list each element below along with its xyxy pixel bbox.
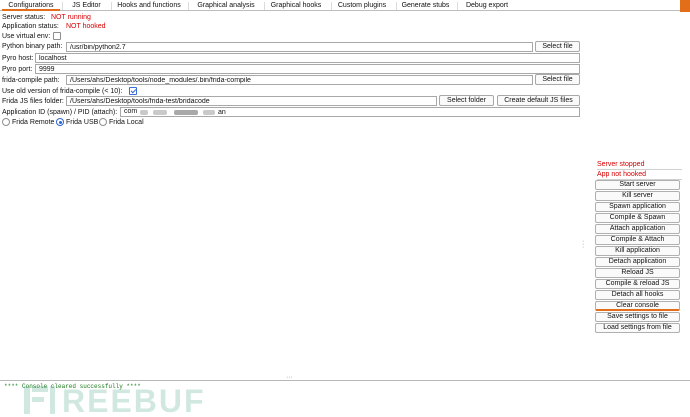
compile-reload-js-button[interactable]: Compile & reload JS <box>595 279 680 289</box>
tab-graphical-hooks[interactable]: Graphical hooks <box>266 0 326 11</box>
attach-application-button[interactable]: Attach application <box>595 224 680 234</box>
pyro-host-input[interactable] <box>35 53 580 63</box>
tab-graphical-analysis[interactable]: Graphical analysis <box>190 0 262 11</box>
app-status-value: NOT hooked <box>66 23 106 30</box>
python-select-file-button[interactable]: Select file <box>535 41 580 52</box>
tab-separator <box>396 2 397 10</box>
radio-frida-remote[interactable] <box>2 118 10 126</box>
tab-separator <box>111 2 112 10</box>
js-folder-input[interactable] <box>66 96 437 106</box>
redacted-text <box>203 110 215 115</box>
tab-bar: Configurations JS Editor Hooks and funct… <box>0 0 690 12</box>
old-version-checkbox[interactable] <box>129 87 137 95</box>
python-path-label: Python binary path: <box>2 43 63 50</box>
server-status-label: Server status: <box>2 14 46 21</box>
venv-checkbox[interactable] <box>53 32 61 40</box>
kill-application-button[interactable]: Kill application <box>595 246 680 256</box>
compile-attach-button[interactable]: Compile & Attach <box>595 235 680 245</box>
pyro-port-label: Pyro port: <box>2 66 33 73</box>
kill-server-button[interactable]: Kill server <box>595 191 680 201</box>
tab-hooks-and-functions[interactable]: Hooks and functions <box>113 0 185 11</box>
watermark-text: REEBUF <box>62 383 206 417</box>
app-status-label: Application status: <box>2 23 59 30</box>
app-id-prefix: com <box>124 108 138 115</box>
old-version-label: Use old version of frida-compile (< 10): <box>2 88 123 95</box>
app-id-suffix: an <box>218 109 226 116</box>
tab-separator <box>457 2 458 10</box>
clear-console-button[interactable]: Clear console <box>595 301 680 311</box>
tab-separator <box>331 2 332 10</box>
radio-frida-local[interactable] <box>99 118 107 126</box>
python-path-input[interactable] <box>66 42 533 52</box>
pyro-port-input[interactable] <box>35 64 580 74</box>
radio-frida-usb-label: Frida USB <box>66 119 99 126</box>
app-state-text: App not hooked <box>597 170 682 180</box>
vertical-splitter-grip[interactable]: · · · <box>582 238 584 251</box>
tab-js-editor[interactable]: JS Editor <box>64 0 109 11</box>
select-folder-button[interactable]: Select folder <box>439 95 494 106</box>
pyro-host-label: Pyro host: <box>2 55 34 62</box>
venv-label: Use virtual env: <box>2 33 51 40</box>
start-server-button[interactable]: Start server <box>595 180 680 190</box>
window-accent-marker <box>680 0 690 12</box>
server-status-value: NOT running <box>51 14 91 21</box>
tab-separator <box>62 2 63 10</box>
redacted-text <box>140 110 148 115</box>
redacted-text <box>174 110 198 115</box>
tab-debug-export[interactable]: Debug export <box>459 0 515 11</box>
radio-frida-usb[interactable] <box>56 118 64 126</box>
frida-compile-select-file-button[interactable]: Select file <box>535 74 580 85</box>
tab-separator <box>188 2 189 10</box>
redacted-text <box>153 110 167 115</box>
js-folder-label: Frida JS files folder: <box>2 98 64 105</box>
save-settings-button[interactable]: Save settings to file <box>595 312 680 322</box>
radio-frida-remote-label: Frida Remote <box>12 119 55 126</box>
tab-custom-plugins[interactable]: Custom plugins <box>333 0 391 11</box>
tab-configurations[interactable]: Configurations <box>2 0 60 11</box>
radio-frida-local-label: Frida Local <box>109 119 144 126</box>
frida-compile-input[interactable] <box>66 75 533 85</box>
create-default-js-files-button[interactable]: Create default JS files <box>497 95 580 106</box>
detach-application-button[interactable]: Detach application <box>595 257 680 267</box>
reload-js-button[interactable]: Reload JS <box>595 268 680 278</box>
detach-all-hooks-button[interactable]: Detach all hooks <box>595 290 680 300</box>
load-settings-button[interactable]: Load settings from file <box>595 323 680 333</box>
tab-separator <box>264 2 265 10</box>
tab-generate-stubs[interactable]: Generate stubs <box>398 0 453 11</box>
spawn-application-button[interactable]: Spawn application <box>595 202 680 212</box>
frida-compile-label: frida-compile path: <box>2 77 60 84</box>
server-state-text: Server stopped <box>597 160 682 170</box>
app-id-label: Application ID (spawn) / PID (attach): <box>2 109 118 116</box>
compile-spawn-button[interactable]: Compile & Spawn <box>595 213 680 223</box>
watermark-logo: REEBUF <box>24 383 206 417</box>
